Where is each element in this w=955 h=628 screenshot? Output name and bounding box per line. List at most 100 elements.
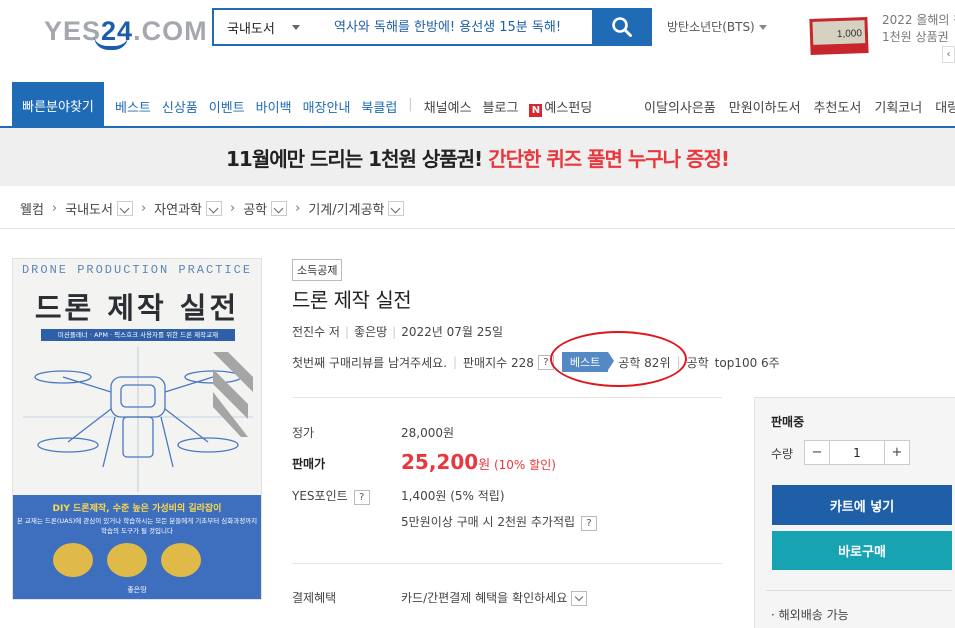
points-help-button[interactable]: ? [353,490,370,505]
chevron-down-icon [571,591,588,606]
tax-deduction-badge: 소득공제 [292,259,343,281]
nav-item-blog[interactable]: 블로그 [483,97,519,117]
breadcrumb-dropdown-button[interactable] [206,201,223,216]
search-category-select[interactable]: 국내도서 [214,10,312,44]
chevron-left-icon: ‹ [946,49,951,60]
chevron-right-icon: › [295,201,301,216]
list-price-value: 28,000원 [401,426,455,440]
nav-item-monthly-gift[interactable]: 이달의사은품 [644,97,716,116]
event-banner[interactable]: 11월에만 드리는 1천원 상품권! 간단한 퀴즈 풀면 누구나 증정! [0,128,955,186]
breadcrumb-science[interactable]: 자연과학 [154,199,202,218]
sale-status: 판매중 [771,415,805,429]
cover-badge [107,543,147,577]
divider [766,590,952,591]
promo-prev-button[interactable]: ‹ [942,46,955,63]
nav-item-store[interactable]: 매장안내 [303,97,351,117]
cover-title: 드론 제작 실전 [34,291,240,325]
promo-line1: 2022 올해의 책 [882,13,955,27]
review-prompt-link[interactable]: 첫번째 구매리뷰를 남겨주세요. [292,354,447,371]
promo-line2: 1천원 상품권 [882,30,949,44]
rank-category-link[interactable]: 공학 [687,354,709,371]
nav-right-menu: 이달의사은품 만원이하도서 추천도서 기획코너 대량/법 [644,97,955,116]
search-button[interactable] [592,8,652,46]
search-bar: 국내도서 [212,8,652,46]
payment-benefit-text: 카드/간편결제 혜택을 확인하세요 [401,591,568,605]
breadcrumb-dropdown-button[interactable] [271,201,288,216]
popular-keyword-text: 방탄소년단(BTS) [667,20,755,34]
search-input[interactable] [312,10,592,44]
publish-date: 2022년 07월 25일 [401,325,504,339]
voucher-value: 1,000 [812,20,866,45]
cover-publisher: 좋은땅 [127,586,147,594]
quantity-increase-button[interactable]: + [885,441,909,464]
extra-points-help-button[interactable]: ? [581,516,598,531]
chevron-right-icon: › [140,201,147,216]
cover-feature-badges [53,543,201,577]
popular-keyword-dropdown[interactable]: 방탄소년단(BTS) [667,18,767,35]
nav-item-recommended[interactable]: 추천도서 [814,97,862,116]
points-label-text: YES포인트 [292,489,348,503]
add-to-cart-button[interactable]: 카트에 넣기 [772,485,952,525]
points-label: YES포인트? [292,487,370,505]
highlight-annotation-circle [550,331,687,387]
cover-tagline: 미션플래너 · APM · 픽스호크 사용자를 위한 드론 제작교재 [41,329,235,341]
logo-smile-icon [94,36,128,50]
nav-item-new[interactable]: 신상품 [162,97,198,117]
sale-price: 25,200원 (10% 할인) [401,450,556,474]
divider [0,228,955,229]
buy-now-button[interactable]: 바로구매 [772,531,952,570]
nav-item-buyback[interactable]: 바이백 [256,97,292,117]
rank-top100: top100 6주 [714,355,780,370]
search-category-label: 국내도서 [227,21,275,37]
overseas-shipping-note: · 해외배송 가능 [771,608,849,622]
meta-divider: | [392,325,397,339]
nav-item-under-10000[interactable]: 만원이하도서 [729,97,801,116]
breadcrumb-home[interactable]: 웰컴 [20,199,44,218]
quantity-input[interactable]: 1 [829,441,885,464]
quick-category-button[interactable]: 빠른분야찾기 [12,82,104,128]
banner-highlight-text: 간단한 퀴즈 풀면 누구나 증정! [488,146,730,171]
book-cover-image[interactable]: DRONE PRODUCTION PRACTICE 드론 제작 실전 미션플래너… [12,258,262,600]
author-link[interactable]: 전진수 저 [292,325,340,339]
payment-benefit-label: 결제혜택 [292,591,337,605]
chevron-down-icon [292,25,300,30]
nav-item-bulk[interactable]: 대량/법 [935,97,955,116]
breadcrumb-dropdown-button[interactable] [388,201,405,216]
breadcrumb-domestic[interactable]: 국내도서 [65,199,113,218]
sale-price-unit: 원 [478,458,491,473]
search-icon [612,17,632,37]
yes24-logo[interactable]: YES24.COM [44,10,207,54]
breadcrumb: 웰컴 › 국내도서 › 자연과학 › 공학 › 기계/기계공학 [20,199,405,218]
quantity-stepper: − 1 + [804,440,910,465]
nav-item-best[interactable]: 베스트 [115,97,151,117]
meta-divider: | [452,355,458,369]
logo-text-right: .COM [133,16,208,46]
publisher-link[interactable]: 좋은땅 [354,325,387,339]
nav-divider: | [408,97,413,112]
nav-item-special[interactable]: 기획코너 [874,97,922,116]
breadcrumb-dropdown-button[interactable] [116,201,133,216]
nav-item-yes-funding-label: 예스펀딩 [544,101,593,116]
payment-benefit-dropdown[interactable]: 카드/간편결제 혜택을 확인하세요 [401,589,588,606]
nav-item-yes-funding[interactable]: N 예스펀딩 [529,97,592,117]
breadcrumb-mechanical[interactable]: 기계/기계공학 [308,199,384,218]
divider [292,563,722,564]
nav-item-event[interactable]: 이벤트 [209,97,245,117]
chevron-right-icon: › [230,201,236,216]
cover-badge [161,543,201,577]
nav-left-menu: 베스트 신상품 이벤트 바이백 매장안내 북클럽 | 채널예스 블로그 N 예스펀… [115,97,603,117]
extra-points-text: 5만원이상 구매 시 2천원 추가적립 [401,515,576,529]
cover-bottom-panel: DIY 드론제작, 수준 높은 가성비의 길라잡이 본 교재는 드론(UAS)에… [13,495,261,599]
nav-item-bookclub[interactable]: 북클럽 [361,97,397,117]
funding-n-icon: N [529,104,543,117]
nav-item-channel-yes[interactable]: 채널예스 [424,97,472,117]
divider [292,397,722,398]
breadcrumb-engineering[interactable]: 공학 [243,199,267,218]
chevron-right-icon: › [51,201,58,216]
gift-voucher-image[interactable]: 1,000 [809,16,869,56]
extra-points: 5만원이상 구매 시 2천원 추가적립? [401,513,598,531]
cover-subtitle: DRONE PRODUCTION PRACTICE [21,263,253,277]
quantity-decrease-button[interactable]: − [805,441,829,464]
promo-text[interactable]: 2022 올해의 책 1천원 상품권 [882,12,955,46]
banner-text: 11월에만 드리는 1천원 상품권! [226,146,483,171]
